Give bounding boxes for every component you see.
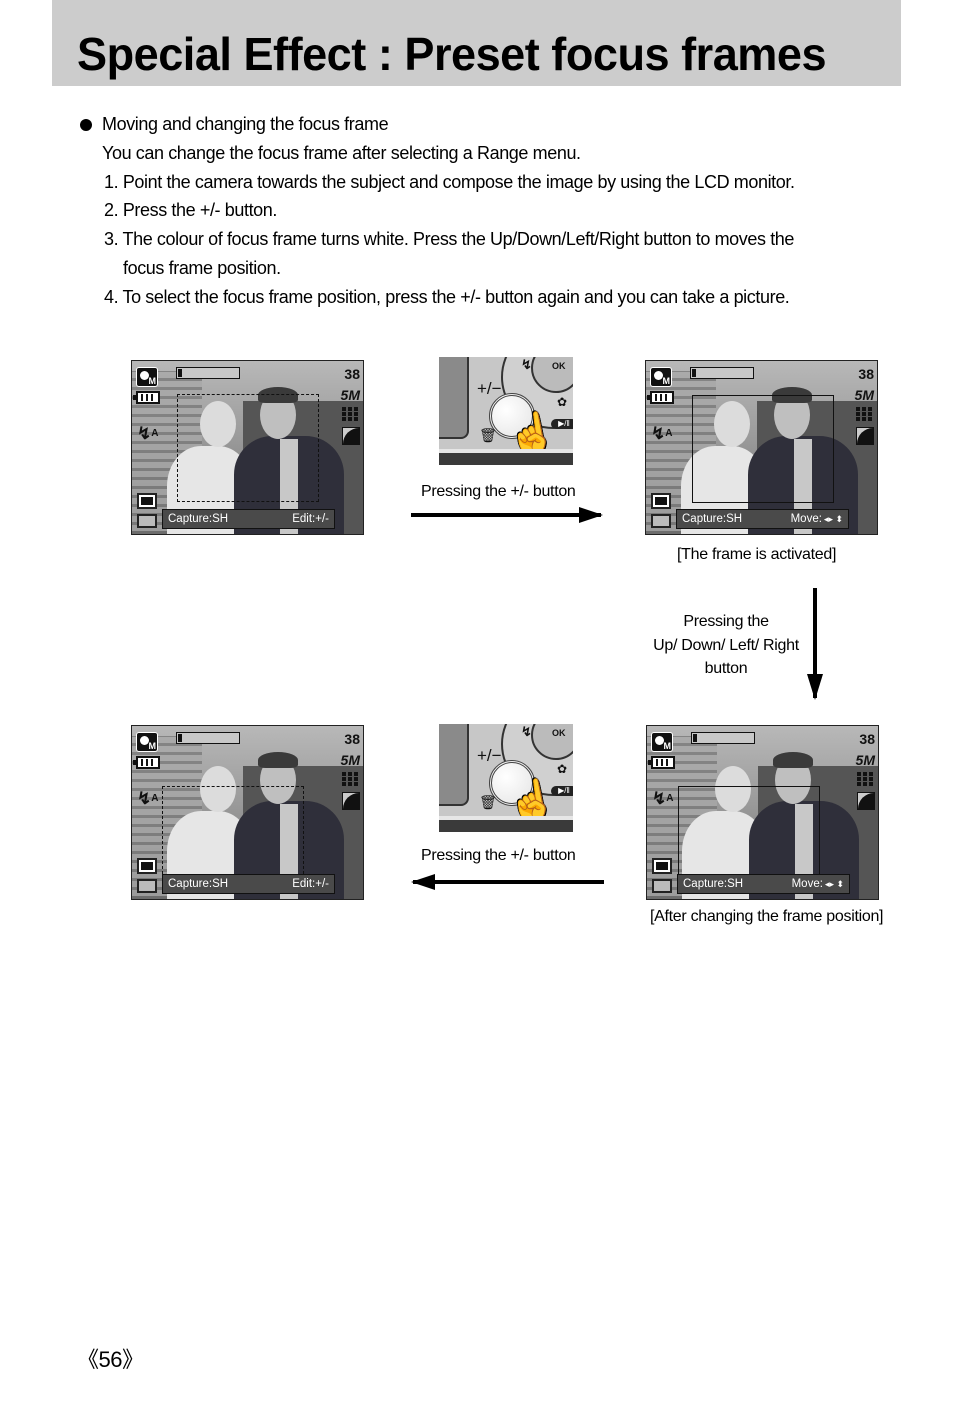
status-bar: Capture:SH Move: ◂▸ ⬍ [676, 509, 849, 529]
flash-auto-icon: ↯A [652, 789, 674, 808]
lcd-screen-final: M ↯A 38 5M Capture:SH Edit:+/- [131, 725, 364, 900]
record-icon [137, 514, 157, 528]
record-icon [651, 514, 671, 528]
flash-auto-icon: ↯A [137, 789, 159, 808]
direction-arrows-icon: ◂▸ ⬍ [824, 879, 844, 889]
quality-icon [342, 772, 358, 786]
instruction-heading: Moving and changing the focus frame [80, 110, 880, 139]
edit-label: Edit:+/- [292, 878, 329, 890]
trash-icon: 🗑 [479, 794, 497, 810]
ok-label: OK [552, 728, 566, 738]
plus-minus-label: +/− [477, 379, 502, 398]
macro-icon: ✿ [557, 395, 568, 409]
instruction-step-4: 4. To select the focus frame position, p… [104, 286, 790, 307]
instruction-step-1: 1. Point the camera towards the subject … [104, 171, 795, 192]
instruction-intro: You can change the focus frame after sel… [102, 142, 581, 163]
metering-icon [857, 792, 875, 810]
zoom-bar [176, 367, 240, 379]
record-icon [137, 879, 157, 893]
flash-icon: ↯ [521, 357, 532, 372]
caption-press-button-2: Pressing the +/- button [421, 847, 576, 864]
caption-frame-moved: [After changing the frame position] [650, 908, 884, 925]
button-photo-2: ↯ OK ✿ +/− 🗑 ▶/‖ ☝ [439, 724, 573, 832]
battery-icon [133, 756, 160, 769]
arrow-left-icon [411, 874, 604, 890]
move-label: Move: ◂▸ ⬍ [790, 513, 843, 525]
quality-icon [342, 407, 358, 421]
caption-frame-activated: [The frame is activated] [677, 546, 837, 563]
capture-label: Capture:SH [682, 513, 743, 525]
trash-icon: 🗑 [479, 427, 497, 443]
focus-frame [692, 395, 834, 503]
camera-mode-icon: M [651, 732, 673, 752]
image-size: 5M [855, 752, 875, 768]
image-size: 5M [854, 387, 874, 403]
battery-icon [647, 391, 674, 404]
camera-mode-icon: M [136, 732, 158, 752]
page-number: 《56》 [77, 1347, 144, 1372]
capture-label: Capture:SH [683, 878, 744, 890]
caption-press-direction: Pressing the Up/ Down/ Left/ Right butto… [653, 613, 799, 677]
direction-arrows-icon: ◂▸ ⬍ [823, 514, 843, 524]
zoom-bar [691, 732, 755, 744]
flash-auto-icon: ↯A [651, 424, 673, 443]
flash-auto-icon: ↯A [137, 424, 159, 443]
arrow-right-icon [411, 507, 603, 523]
status-bar: Capture:SH Move: ◂▸ ⬍ [677, 874, 850, 894]
capture-label: Capture:SH [168, 513, 229, 525]
instruction-step-3: 3. The colour of focus frame turns white… [104, 229, 795, 250]
battery-icon [133, 391, 160, 404]
quality-icon [856, 407, 872, 421]
frame-icon [137, 858, 157, 874]
lcd-screen-initial: M ↯A 38 5M Capture:SH Edit:+/- [131, 360, 364, 535]
metering-icon [342, 792, 360, 810]
image-size: 5M [340, 387, 360, 403]
button-photo-1: ↯ OK ✿ +/− 🗑 ▶/‖ ☝ [439, 357, 573, 465]
shots-remaining: 38 [344, 731, 360, 747]
bullet-icon [80, 119, 92, 131]
status-bar: Capture:SH Edit:+/- [162, 874, 335, 894]
shots-remaining: 38 [344, 366, 360, 382]
arrow-down-icon [807, 588, 823, 700]
macro-icon: ✿ [557, 762, 568, 776]
battery-icon [648, 756, 675, 769]
camera-mode-icon: M [136, 367, 158, 387]
zoom-bar [690, 367, 754, 379]
page-title: Special Effect : Preset focus frames [77, 28, 827, 80]
caption-press-button-1: Pressing the +/- button [421, 483, 576, 500]
metering-icon [342, 427, 360, 445]
instructions: Moving and changing the focus frame You … [80, 110, 880, 312]
zoom-bar [176, 732, 240, 744]
metering-icon [856, 427, 874, 445]
image-size: 5M [340, 752, 360, 768]
lcd-screen-moved: M ↯A 38 5M Capture:SH Move: ◂▸ ⬍ [646, 725, 879, 900]
instruction-step-3-continued: focus frame position. [123, 257, 281, 278]
flash-icon: ↯ [521, 724, 532, 739]
instruction-step-2: 2. Press the +/- button. [104, 200, 278, 221]
capture-label: Capture:SH [168, 878, 229, 890]
ok-label: OK [552, 361, 566, 371]
lcd-screen-activated: M ↯A 38 5M Capture:SH Move: ◂▸ ⬍ [645, 360, 878, 535]
frame-icon [137, 493, 157, 509]
move-label: Move: ◂▸ ⬍ [791, 878, 844, 890]
shots-remaining: 38 [858, 366, 874, 382]
status-bar: Capture:SH Edit:+/- [162, 509, 335, 529]
quality-icon [857, 772, 873, 786]
title-bar: Special Effect : Preset focus frames [52, 0, 901, 86]
edit-label: Edit:+/- [292, 513, 329, 525]
frame-icon [652, 858, 672, 874]
record-icon [652, 879, 672, 893]
plus-minus-label: +/− [477, 746, 502, 765]
shots-remaining: 38 [859, 731, 875, 747]
focus-frame [177, 394, 319, 502]
camera-mode-icon: M [650, 367, 672, 387]
frame-icon [651, 493, 671, 509]
